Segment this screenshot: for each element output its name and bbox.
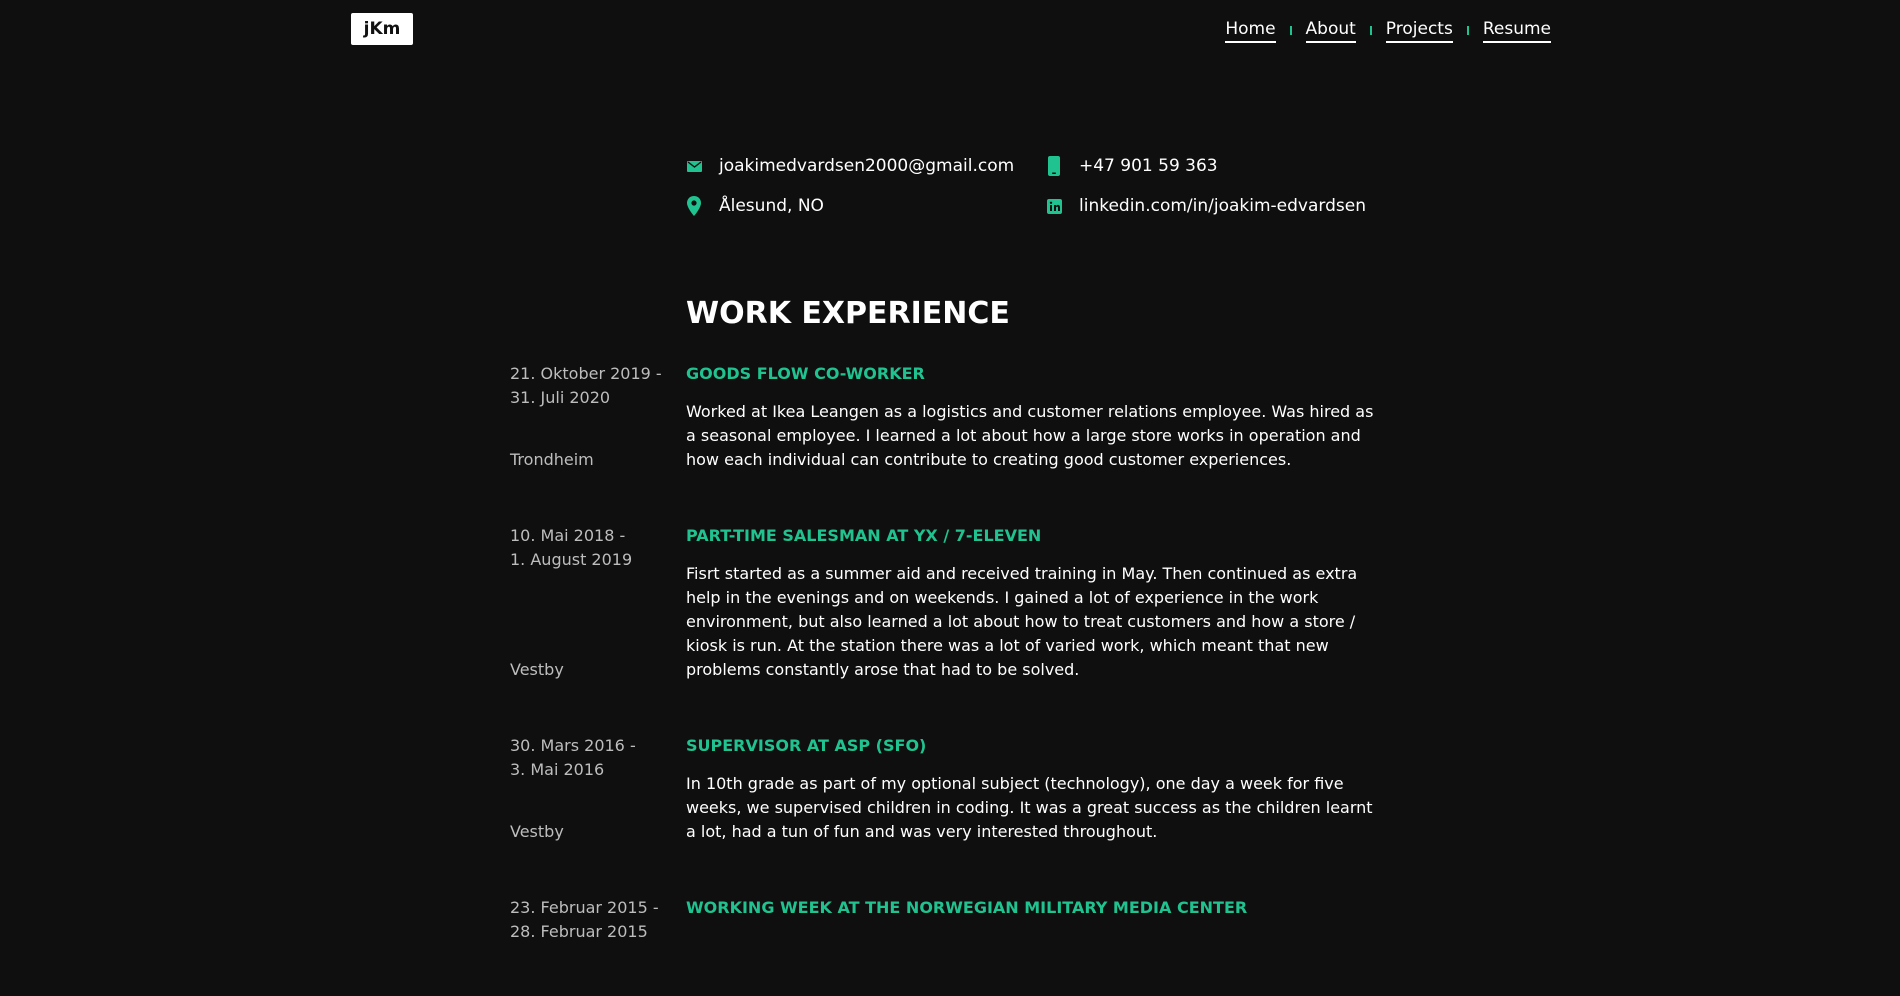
contact-linkedin[interactable]: linkedin.com/in/joakim-edvardsen [1046, 196, 1366, 216]
job-title: SUPERVISOR AT ASP (SFO) [686, 736, 927, 755]
nav-separator [1466, 26, 1469, 35]
job-body: GOODS FLOW CO-WORKER Worked at Ikea Lean… [686, 362, 1386, 472]
section-title: WORK EXPERIENCE [686, 296, 1010, 331]
nav-separator [1289, 26, 1292, 35]
job-meta: 30. Mars 2016 - 3. Mai 2016 Vestby [510, 734, 686, 844]
job-title: GOODS FLOW CO-WORKER [686, 364, 925, 383]
job-entry: 10. Mai 2018 - 1. August 2019 Vestby PAR… [0, 524, 1900, 682]
contact-email[interactable]: joakimedvardsen2000@gmail.com [686, 156, 1014, 176]
job-location: Vestby [510, 822, 564, 841]
location-text: Ålesund, NO [719, 196, 824, 216]
linkedin-text: linkedin.com/in/joakim-edvardsen [1079, 196, 1366, 216]
job-body: PART-TIME SALESMAN AT YX / 7-ELEVEN Fisr… [686, 524, 1386, 682]
email-text: joakimedvardsen2000@gmail.com [719, 156, 1015, 176]
nav-home[interactable]: Home [1225, 18, 1276, 43]
job-body: SUPERVISOR AT ASP (SFO) In 10th grade as… [686, 734, 1386, 844]
nav-separator [1369, 26, 1372, 35]
job-location: Trondheim [510, 450, 594, 469]
nav-projects[interactable]: Projects [1385, 18, 1453, 43]
job-meta: 23. Februar 2015 - 28. Februar 2015 [510, 896, 686, 944]
job-date-end: 3. Mai 2016 [510, 760, 605, 779]
job-date-start: 23. Februar 2015 - [510, 898, 659, 917]
nav-about[interactable]: About [1305, 18, 1356, 43]
linkedin-icon [1046, 197, 1062, 215]
logo[interactable]: jKm [351, 13, 413, 45]
job-entry: 30. Mars 2016 - 3. Mai 2016 Vestby SUPER… [0, 734, 1900, 844]
map-pin-icon [686, 196, 702, 216]
job-meta: 21. Oktober 2019 - 31. Juli 2020 Trondhe… [510, 362, 686, 472]
job-date-end: 1. August 2019 [510, 550, 633, 569]
phone-icon [1046, 156, 1062, 176]
job-date-start: 10. Mai 2018 - [510, 526, 626, 545]
job-location: Vestby [510, 660, 564, 679]
job-description: In 10th grade as part of my optional sub… [686, 774, 1373, 841]
job-meta: 10. Mai 2018 - 1. August 2019 Vestby [510, 524, 686, 682]
envelope-icon [686, 157, 702, 175]
work-experience-list: 21. Oktober 2019 - 31. Juli 2020 Trondhe… [0, 362, 1900, 996]
job-title: PART-TIME SALESMAN AT YX / 7-ELEVEN [686, 526, 1042, 545]
job-description: Worked at Ikea Leangen as a logistics an… [686, 402, 1374, 469]
job-description: Fisrt started as a summer aid and receiv… [686, 564, 1358, 679]
job-date-start: 21. Oktober 2019 - [510, 364, 662, 383]
job-entry: 23. Februar 2015 - 28. Februar 2015 WORK… [0, 896, 1900, 944]
contact-phone[interactable]: +47 901 59 363 [1046, 156, 1218, 176]
phone-text: +47 901 59 363 [1079, 156, 1218, 176]
main-nav: Home About Projects Resume [1225, 18, 1551, 43]
contact-location: Ålesund, NO [686, 196, 824, 216]
job-date-start: 30. Mars 2016 - [510, 736, 636, 755]
job-body: WORKING WEEK AT THE NORWEGIAN MILITARY M… [686, 896, 1386, 944]
job-entry: 21. Oktober 2019 - 31. Juli 2020 Trondhe… [0, 362, 1900, 472]
job-date-end: 28. Februar 2015 [510, 922, 648, 941]
job-title: WORKING WEEK AT THE NORWEGIAN MILITARY M… [686, 898, 1248, 917]
nav-resume[interactable]: Resume [1482, 18, 1551, 43]
job-date-end: 31. Juli 2020 [510, 388, 611, 407]
